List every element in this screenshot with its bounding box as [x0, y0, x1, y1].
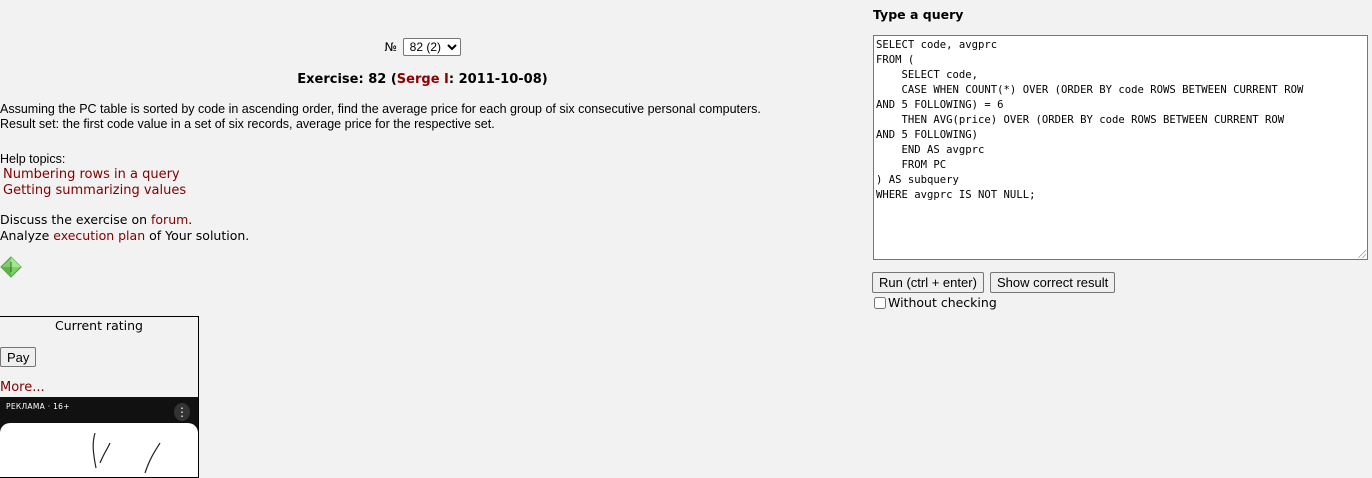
analyze-line: Analyze execution plan of Your solution. [0, 228, 249, 244]
help-topics-title: Help topics: [0, 152, 66, 166]
without-checking-label: Without checking [888, 295, 997, 310]
rating-panel: Current rating Pay More... РЕКЛАМА · 16+… [0, 316, 199, 478]
discuss-suffix: . [188, 212, 193, 227]
forum-link[interactable]: forum [151, 212, 188, 227]
discuss-line: Discuss the exercise on forum. [0, 212, 249, 228]
resize-grip-icon[interactable] [1358, 250, 1366, 258]
description-line-1: Assuming the PC table is sorted by code … [0, 102, 761, 116]
exercise-author: Serge I [396, 72, 449, 87]
exercise-description: Assuming the PC table is sorted by code … [0, 102, 860, 132]
exercise-date: : 2011-10-08) [448, 72, 548, 87]
help-link-numbering-rows[interactable]: Numbering rows in a query [3, 167, 186, 183]
exercise-title: Exercise: 82 (Serge I: 2011-10-08) [0, 72, 845, 87]
analyze-suffix: of Your solution. [145, 228, 250, 243]
rating-title: Current rating [55, 318, 143, 333]
query-editor[interactable]: SELECT code, avgprc FROM ( SELECT code, … [873, 35, 1368, 260]
ad-banner[interactable]: РЕКЛАМА · 16+ ⋮ [0, 397, 198, 477]
help-link-summarizing-values[interactable]: Getting summarizing values [3, 183, 186, 199]
ad-sketch-icon [92, 432, 161, 474]
exercise-number-prefix: № [384, 40, 397, 54]
analyze-prefix: Analyze [0, 228, 54, 243]
exercise-panel: № 82 (2) Exercise: 82 (Serge I: 2011-10-… [0, 0, 860, 478]
ad-image[interactable] [0, 423, 198, 477]
run-button[interactable]: Run (ctrl + enter) [872, 272, 984, 293]
more-link[interactable]: More... [0, 380, 45, 395]
exercise-label: Exercise: 82 [297, 72, 387, 87]
execution-plan-link[interactable]: execution plan [53, 228, 145, 243]
discuss-prefix: Discuss the exercise on [0, 212, 151, 227]
without-checking-option[interactable]: Without checking [874, 295, 997, 310]
exercise-select[interactable]: 82 (2) [402, 38, 461, 56]
help-topics: Help topics: Numbering rows in a query G… [0, 152, 186, 199]
ad-label: РЕКЛАМА · 16+ [6, 402, 70, 411]
exercise-selector-row: № 82 (2) [0, 38, 845, 56]
discuss-section: Discuss the exercise on forum. Analyze e… [0, 212, 249, 244]
query-label: Type a query [873, 7, 964, 22]
without-checking-checkbox[interactable] [874, 296, 886, 309]
description-line-2: Result set: the first code value in a se… [0, 117, 495, 131]
diamond-hint-icon[interactable] [0, 256, 22, 278]
query-panel: Type a query SELECT code, avgprc FROM ( … [872, 0, 1372, 470]
show-correct-result-button[interactable]: Show correct result [990, 272, 1116, 293]
pay-button[interactable]: Pay [0, 347, 37, 367]
vertical-dots-icon[interactable]: ⋮ [174, 403, 190, 421]
